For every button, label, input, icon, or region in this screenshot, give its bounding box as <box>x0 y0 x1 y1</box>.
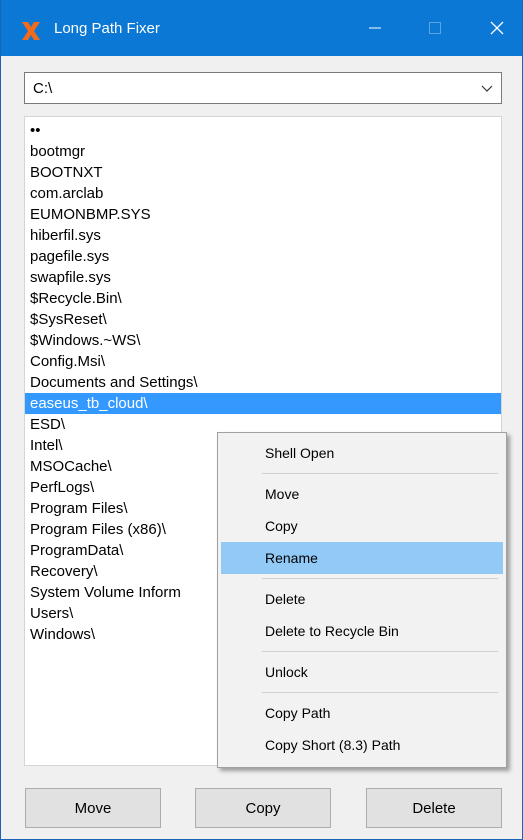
list-item[interactable]: EUMONBMP.SYS <box>25 204 501 225</box>
menu-separator <box>262 651 498 652</box>
menu-item-copy-short-8-3-path[interactable]: Copy Short (8.3) Path <box>221 729 503 761</box>
list-item[interactable]: bootmgr <box>25 141 501 162</box>
minimize-icon <box>369 27 381 29</box>
chevron-down-icon[interactable] <box>481 82 493 94</box>
menu-item-delete[interactable]: Delete <box>221 583 503 615</box>
list-item[interactable]: $Recycle.Bin\ <box>25 288 501 309</box>
menu-item-shell-open[interactable]: Shell Open <box>221 437 503 469</box>
list-item[interactable]: Config.Msi\ <box>25 351 501 372</box>
app-window: Long Path Fixer C:\ •• bootmgr BOOTNXT com.… <box>0 0 523 840</box>
app-logo-icon <box>22 22 40 40</box>
list-item[interactable]: •• <box>25 120 501 141</box>
list-item[interactable]: BOOTNXT <box>25 162 501 183</box>
list-item[interactable]: easeus_tb_cloud\ <box>25 393 501 414</box>
menu-item-move[interactable]: Move <box>221 478 503 510</box>
menu-item-rename[interactable]: Rename <box>221 542 503 574</box>
copy-button[interactable]: Copy <box>195 788 331 828</box>
path-dropdown[interactable]: C:\ <box>24 72 502 104</box>
list-item[interactable]: swapfile.sys <box>25 267 501 288</box>
window-title: Long Path Fixer <box>54 20 160 37</box>
menu-item-copy-path[interactable]: Copy Path <box>221 697 503 729</box>
list-item[interactable]: com.arclab <box>25 183 501 204</box>
menu-separator <box>262 692 498 693</box>
menu-separator <box>262 473 498 474</box>
minimize-button[interactable] <box>355 14 395 42</box>
context-menu: Shell Open Move Copy Rename Delete Delete to … <box>217 432 507 768</box>
menu-separator <box>262 578 498 579</box>
title-bar[interactable]: Long Path Fixer <box>1 0 522 56</box>
move-button[interactable]: Move <box>25 788 161 828</box>
list-item[interactable]: $Windows.~WS\ <box>25 330 501 351</box>
close-button[interactable] <box>477 14 517 42</box>
menu-item-delete-to-recycle-bin[interactable]: Delete to Recycle Bin <box>221 615 503 647</box>
menu-item-copy[interactable]: Copy <box>221 510 503 542</box>
menu-item-unlock[interactable]: Unlock <box>221 656 503 688</box>
list-item[interactable]: pagefile.sys <box>25 246 501 267</box>
delete-button[interactable]: Delete <box>366 788 502 828</box>
maximize-icon <box>429 22 441 34</box>
list-item[interactable]: hiberfil.sys <box>25 225 501 246</box>
list-item[interactable]: Documents and Settings\ <box>25 372 501 393</box>
maximize-button[interactable] <box>415 14 455 42</box>
list-item[interactable]: $SysReset\ <box>25 309 501 330</box>
close-icon <box>490 21 504 35</box>
path-value: C:\ <box>33 80 53 97</box>
